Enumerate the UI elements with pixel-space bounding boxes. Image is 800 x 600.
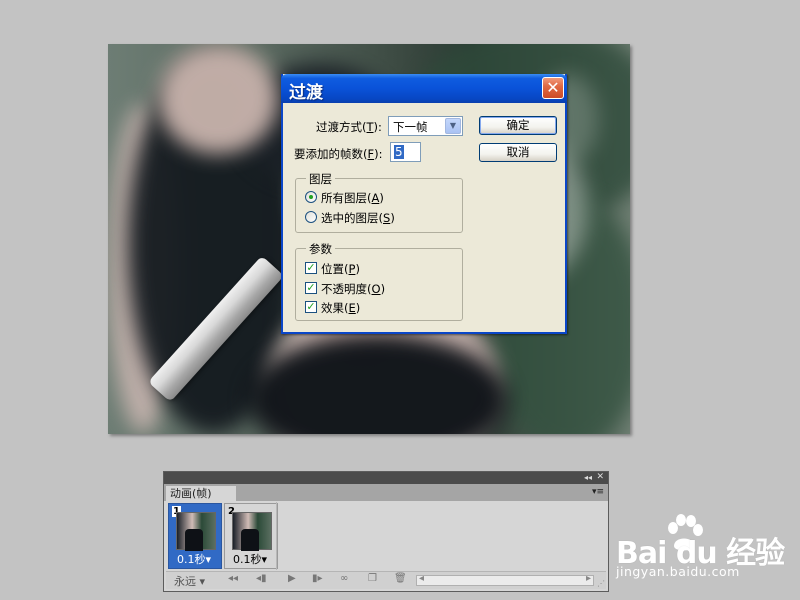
watermark: Bai du 经验 jingyan.baidu.com xyxy=(612,512,792,582)
layers-group-title: 图层 xyxy=(306,171,335,187)
play-icon[interactable]: ▶ xyxy=(288,573,296,584)
layers-group: 图层 所有图层(A) 选中的图层(S) xyxy=(295,171,463,233)
frame-thumbnail xyxy=(232,512,272,551)
panel-tab-row: 动画(帧) ▾≡ xyxy=(164,484,608,501)
selected-layers-label[interactable]: 选中的图层(S) xyxy=(321,210,395,226)
transition-dialog: 过渡 ✕ 过渡方式(T): 下一帧 ▼ 要添加的帧数(F): 5 确定 取消 图… xyxy=(281,74,567,334)
previous-frame-icon[interactable]: ◂▮ xyxy=(256,573,267,584)
tab-animation-frames[interactable]: 动画(帧) xyxy=(166,486,236,501)
frames-to-add-input[interactable]: 5 xyxy=(390,142,421,162)
effects-label[interactable]: 效果(E) xyxy=(321,300,360,316)
effects-checkbox[interactable]: ✓ xyxy=(305,301,317,313)
loop-options-select[interactable]: 永远 ▾ xyxy=(174,573,205,589)
all-layers-label[interactable]: 所有图层(A) xyxy=(321,190,384,206)
opacity-checkbox[interactable]: ✓ xyxy=(305,282,317,294)
frames-scrollbar[interactable] xyxy=(416,573,594,586)
close-icon: ✕ xyxy=(546,78,560,97)
collapse-icon[interactable]: ◂◂ xyxy=(584,472,592,483)
frames-strip: 1 0.1秒▾ 2 0.1秒▾ xyxy=(166,502,606,570)
frame-2[interactable]: 2 0.1秒▾ xyxy=(224,503,278,569)
watermark-url: jingyan.baidu.com xyxy=(616,564,740,579)
first-frame-icon[interactable]: ◂◂ xyxy=(228,573,238,584)
delete-frame-icon[interactable]: 🗑 xyxy=(394,573,407,584)
next-frame-icon[interactable]: ▮▸ xyxy=(312,573,323,584)
transition-method-select[interactable]: 下一帧 ▼ xyxy=(388,116,463,136)
duplicate-frame-icon[interactable]: ❐ xyxy=(368,573,377,584)
frames-to-add-value: 5 xyxy=(394,145,404,159)
panel-menu-icon[interactable]: ▾≡ xyxy=(592,487,604,497)
resize-grip-icon[interactable]: ⋰ xyxy=(597,579,605,588)
dialog-title: 过渡 xyxy=(289,83,323,103)
parameters-group-title: 参数 xyxy=(306,241,335,257)
transition-method-value: 下一帧 xyxy=(393,120,428,134)
frame-1[interactable]: 1 0.1秒▾ xyxy=(168,503,222,569)
close-icon[interactable]: ✕ xyxy=(596,472,604,483)
parameters-group: 参数 ✓ 位置(P) ✓ 不透明度(O) ✓ 效果(E) xyxy=(295,241,463,321)
animation-panel: ◂◂ ✕ 动画(帧) ▾≡ 1 0.1秒▾ 2 0.1秒▾ 永远 ▾ ◂◂ ◂▮… xyxy=(163,471,609,592)
all-layers-radio[interactable] xyxy=(305,191,317,203)
close-button[interactable]: ✕ xyxy=(542,77,564,99)
dialog-body: 过渡方式(T): 下一帧 ▼ 要添加的帧数(F): 5 确定 取消 图层 所有图… xyxy=(283,103,565,332)
tween-icon[interactable]: ∞ xyxy=(340,573,348,584)
dialog-titlebar[interactable]: 过渡 ✕ xyxy=(281,74,567,103)
chevron-down-icon[interactable]: ▼ xyxy=(445,118,461,134)
frame-delay[interactable]: 0.1秒▾ xyxy=(233,551,267,567)
frame-delay[interactable]: 0.1秒▾ xyxy=(177,551,211,567)
frame-thumbnail xyxy=(176,512,216,551)
panel-header-bar[interactable]: ◂◂ ✕ xyxy=(164,472,608,484)
animation-toolbar: 永远 ▾ ◂◂ ◂▮ ▶ ▮▸ ∞ ❐ 🗑 ⋰ xyxy=(166,571,606,589)
position-checkbox[interactable]: ✓ xyxy=(305,262,317,274)
selected-layers-radio[interactable] xyxy=(305,211,317,223)
cancel-button[interactable]: 取消 xyxy=(479,143,557,162)
position-label[interactable]: 位置(P) xyxy=(321,261,360,277)
frames-label: 要添加的帧数(F): xyxy=(294,147,383,161)
ok-button[interactable]: 确定 xyxy=(479,116,557,135)
method-label: 过渡方式(T): xyxy=(316,120,382,134)
photo-arm xyxy=(158,44,278,154)
opacity-label[interactable]: 不透明度(O) xyxy=(321,281,385,297)
